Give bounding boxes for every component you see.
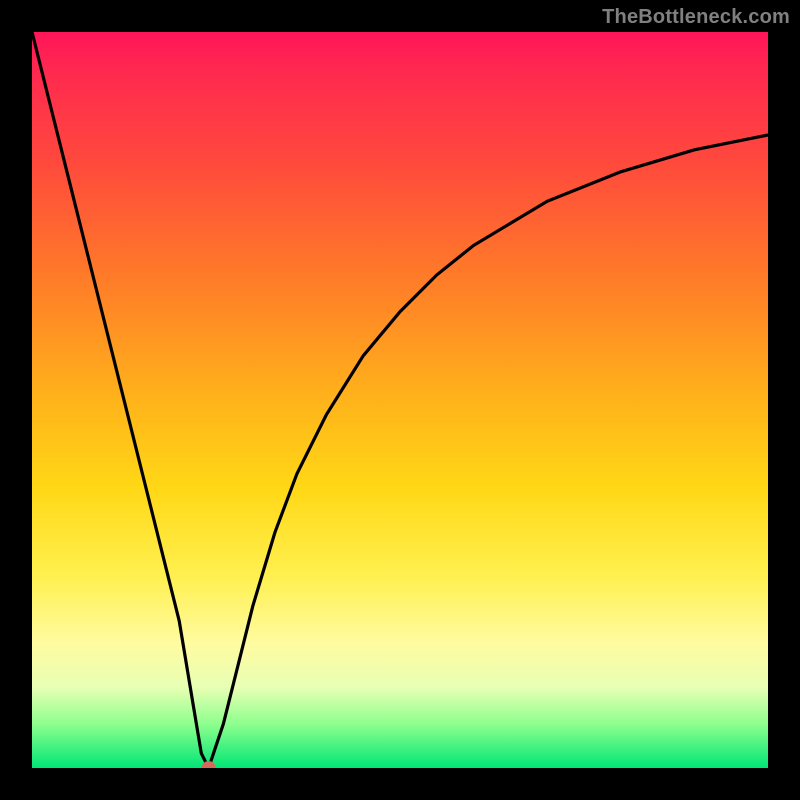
bottleneck-curve-path [32,32,768,768]
minimum-marker [202,761,216,768]
curve-svg [32,32,768,768]
plot-area [32,32,768,768]
chart-frame: TheBottleneck.com [0,0,800,800]
watermark-text: TheBottleneck.com [602,6,790,29]
